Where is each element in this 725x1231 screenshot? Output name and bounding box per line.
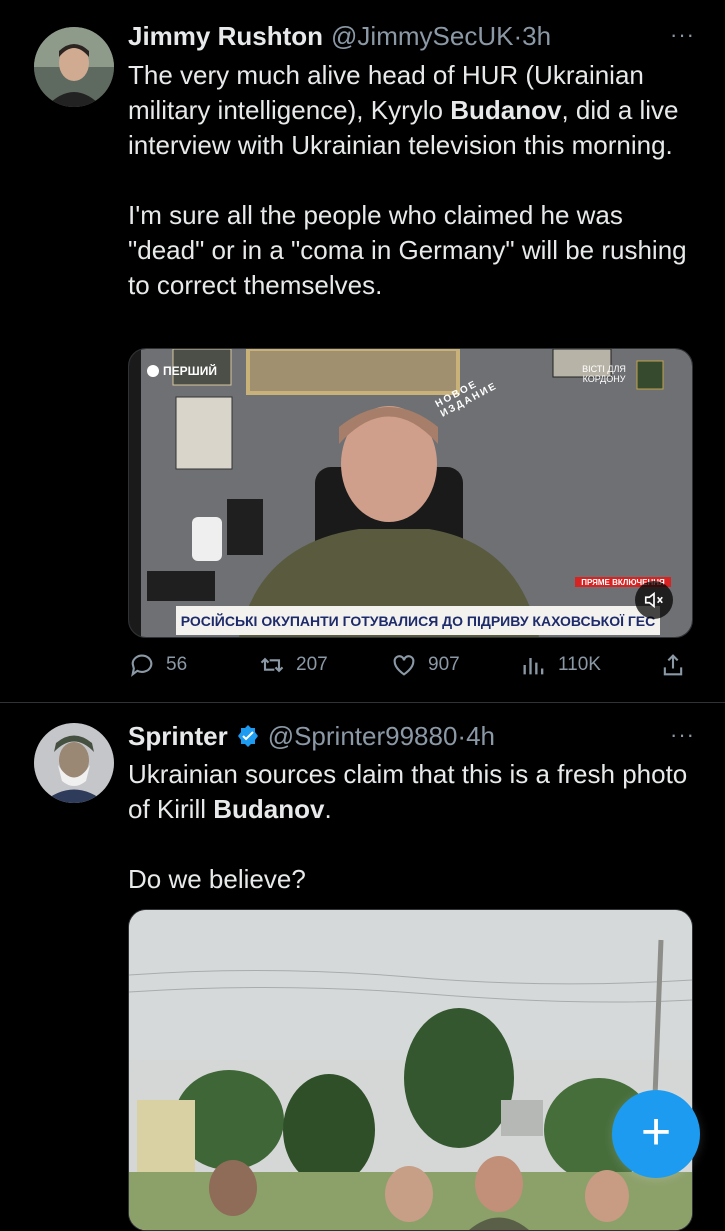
avatar[interactable] <box>34 27 114 107</box>
reply-button[interactable]: 56 <box>128 651 187 679</box>
retweet-button[interactable]: 207 <box>258 651 328 679</box>
program-label: ВІСТІ ДЛЯ КОРДОНУ <box>582 364 626 384</box>
tweet-paragraph: The very much alive head of HUR (Ukraini… <box>128 60 679 160</box>
tweet-text: The very much alive head of HUR (Ukraini… <box>128 58 695 303</box>
like-button[interactable]: 907 <box>390 651 460 679</box>
tweet-paragraph: Ukrainian sources claim that this is a f… <box>128 759 688 824</box>
more-options-icon[interactable]: ··· <box>670 22 695 48</box>
display-name[interactable]: Sprinter <box>128 721 228 752</box>
share-icon <box>663 654 683 676</box>
tweet-header: Jimmy Rushton @JimmySecUK · 3h ··· <box>128 18 695 54</box>
speaker-muted-icon <box>644 591 663 609</box>
more-options-icon[interactable]: ··· <box>670 722 695 748</box>
views-icon <box>523 658 544 675</box>
news-ticker: РОСІЙСЬКІ ОКУПАНТИ ГОТУВАЛИСЯ ДО ПІДРИВУ… <box>176 606 660 635</box>
plus-icon: + <box>640 1103 672 1161</box>
like-count: 907 <box>428 654 460 675</box>
timestamp[interactable]: 3h <box>522 21 551 52</box>
highlighted-term: Budanov <box>213 794 325 824</box>
highlighted-term: Budanov <box>450 95 562 125</box>
tweet-paragraph: I'm sure all the people who claimed he w… <box>128 200 687 300</box>
timestamp[interactable]: 4h <box>466 721 495 752</box>
display-name[interactable]: Jimmy Rushton <box>128 21 323 52</box>
photo <box>129 910 692 1230</box>
tweet-photo[interactable] <box>128 909 693 1231</box>
heart-icon <box>393 655 415 676</box>
compose-button[interactable]: + <box>612 1090 700 1178</box>
avatar[interactable] <box>34 723 114 803</box>
user-handle[interactable]: @JimmySecUK <box>331 21 513 52</box>
view-count: 110K <box>558 654 601 675</box>
reply-icon <box>131 654 153 677</box>
channel-logo: ПЕРШИЙ <box>147 364 217 378</box>
tweet-video[interactable]: ПЕРШИЙ ВІСТІ ДЛЯ КОРДОНУ НОВОЕ ИЗДАНИЕ П… <box>128 348 693 638</box>
views-button[interactable]: 110K <box>520 651 601 679</box>
share-button[interactable] <box>659 651 687 679</box>
user-handle[interactable]: @Sprinter99880 <box>268 721 458 752</box>
separator: · <box>513 20 523 51</box>
reply-count: 56 <box>166 654 188 675</box>
video-frame <box>129 349 692 637</box>
tweet-header: Sprinter @Sprinter99880 · 4h ··· <box>128 718 695 754</box>
tweet-divider <box>0 702 725 703</box>
retweet-count: 207 <box>296 654 328 675</box>
retweet-icon <box>260 657 284 673</box>
verified-badge-icon <box>237 725 258 747</box>
tweet-paragraph: Do we believe? <box>128 864 306 894</box>
tweet-text: Ukrainian sources claim that this is a f… <box>128 757 695 897</box>
separator: · <box>457 720 467 751</box>
mute-icon[interactable] <box>635 581 673 619</box>
tweet-actions: 56 207 907 110K <box>128 647 695 683</box>
